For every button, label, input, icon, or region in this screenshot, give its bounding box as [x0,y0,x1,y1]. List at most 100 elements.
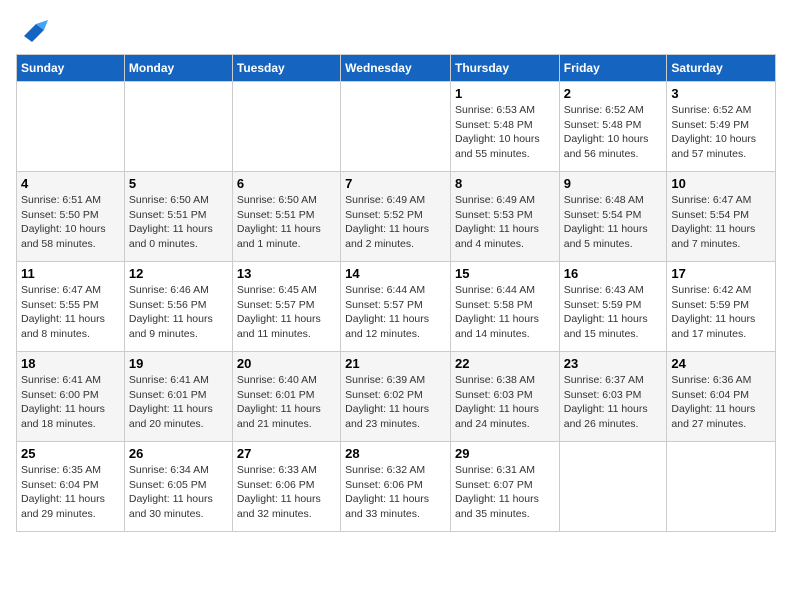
calendar-cell-3-0: 18 Sunrise: 6:41 AM Sunset: 6:00 PM Dayli… [17,352,125,442]
week-row-5: 25 Sunrise: 6:35 AM Sunset: 6:04 PM Dayli… [17,442,776,532]
calendar-cell-1-1: 5 Sunrise: 6:50 AM Sunset: 5:51 PM Daylig… [124,172,232,262]
day-number: 8 [455,176,555,191]
day-number: 9 [564,176,663,191]
day-number: 27 [237,446,336,461]
day-info: Sunrise: 6:52 AM Sunset: 5:49 PM Dayligh… [671,103,771,162]
calendar-cell-4-0: 25 Sunrise: 6:35 AM Sunset: 6:04 PM Dayli… [17,442,125,532]
calendar-cell-3-1: 19 Sunrise: 6:41 AM Sunset: 6:01 PM Dayli… [124,352,232,442]
day-info: Sunrise: 6:48 AM Sunset: 5:54 PM Dayligh… [564,193,663,252]
calendar-cell-3-4: 22 Sunrise: 6:38 AM Sunset: 6:03 PM Dayli… [450,352,559,442]
calendar-cell-0-4: 1 Sunrise: 6:53 AM Sunset: 5:48 PM Daylig… [450,82,559,172]
day-number: 18 [21,356,120,371]
day-number: 10 [671,176,771,191]
day-info: Sunrise: 6:32 AM Sunset: 6:06 PM Dayligh… [345,463,446,522]
day-number: 6 [237,176,336,191]
day-number: 17 [671,266,771,281]
week-row-4: 18 Sunrise: 6:41 AM Sunset: 6:00 PM Dayli… [17,352,776,442]
day-number: 28 [345,446,446,461]
day-info: Sunrise: 6:50 AM Sunset: 5:51 PM Dayligh… [237,193,336,252]
calendar-cell-4-6 [667,442,776,532]
day-number: 13 [237,266,336,281]
day-number: 4 [21,176,120,191]
calendar-cell-1-3: 7 Sunrise: 6:49 AM Sunset: 5:52 PM Daylig… [341,172,451,262]
day-number: 23 [564,356,663,371]
day-number: 22 [455,356,555,371]
calendar-cell-1-6: 10 Sunrise: 6:47 AM Sunset: 5:54 PM Dayli… [667,172,776,262]
calendar-cell-3-5: 23Sunrise: 6:37 AM Sunset: 6:03 PM Dayli… [559,352,667,442]
day-number: 16 [564,266,663,281]
day-info: Sunrise: 6:49 AM Sunset: 5:52 PM Dayligh… [345,193,446,252]
header-sunday: Sunday [17,55,125,82]
day-info: Sunrise: 6:46 AM Sunset: 5:56 PM Dayligh… [129,283,228,342]
day-info: Sunrise: 6:38 AM Sunset: 6:03 PM Dayligh… [455,373,555,432]
day-number: 19 [129,356,228,371]
day-number: 15 [455,266,555,281]
logo-bird-icon [16,16,48,44]
calendar-cell-2-2: 13 Sunrise: 6:45 AM Sunset: 5:57 PM Dayli… [232,262,340,352]
day-info: Sunrise: 6:45 AM Sunset: 5:57 PM Dayligh… [237,283,336,342]
calendar-cell-1-0: 4 Sunrise: 6:51 AM Sunset: 5:50 PM Daylig… [17,172,125,262]
calendar-cell-3-3: 21 Sunrise: 6:39 AM Sunset: 6:02 PM Dayli… [341,352,451,442]
day-info: Sunrise: 6:36 AM Sunset: 6:04 PM Dayligh… [671,373,771,432]
calendar-header-row: SundayMondayTuesdayWednesdayThursdayFrid… [17,55,776,82]
day-info: Sunrise: 6:41 AM Sunset: 6:01 PM Dayligh… [129,373,228,432]
calendar-cell-3-2: 20 Sunrise: 6:40 AM Sunset: 6:01 PM Dayli… [232,352,340,442]
day-info: Sunrise: 6:47 AM Sunset: 5:54 PM Dayligh… [671,193,771,252]
day-number: 11 [21,266,120,281]
day-info: Sunrise: 6:40 AM Sunset: 6:01 PM Dayligh… [237,373,336,432]
day-info: Sunrise: 6:51 AM Sunset: 5:50 PM Dayligh… [21,193,120,252]
day-number: 7 [345,176,446,191]
week-row-3: 11Sunrise: 6:47 AM Sunset: 5:55 PM Dayli… [17,262,776,352]
calendar-table: SundayMondayTuesdayWednesdayThursdayFrid… [16,54,776,532]
day-number: 1 [455,86,555,101]
week-row-1: 1 Sunrise: 6:53 AM Sunset: 5:48 PM Daylig… [17,82,776,172]
day-info: Sunrise: 6:39 AM Sunset: 6:02 PM Dayligh… [345,373,446,432]
calendar-cell-4-5 [559,442,667,532]
day-info: Sunrise: 6:44 AM Sunset: 5:57 PM Dayligh… [345,283,446,342]
day-number: 2 [564,86,663,101]
calendar-cell-2-0: 11Sunrise: 6:47 AM Sunset: 5:55 PM Dayli… [17,262,125,352]
day-info: Sunrise: 6:43 AM Sunset: 5:59 PM Dayligh… [564,283,663,342]
header [16,16,776,44]
calendar-cell-2-5: 16 Sunrise: 6:43 AM Sunset: 5:59 PM Dayli… [559,262,667,352]
calendar-cell-0-1 [124,82,232,172]
calendar-cell-0-3 [341,82,451,172]
calendar-cell-2-1: 12 Sunrise: 6:46 AM Sunset: 5:56 PM Dayli… [124,262,232,352]
day-number: 26 [129,446,228,461]
day-number: 14 [345,266,446,281]
calendar-cell-4-4: 29Sunrise: 6:31 AM Sunset: 6:07 PM Dayli… [450,442,559,532]
day-info: Sunrise: 6:35 AM Sunset: 6:04 PM Dayligh… [21,463,120,522]
header-tuesday: Tuesday [232,55,340,82]
day-number: 20 [237,356,336,371]
day-info: Sunrise: 6:44 AM Sunset: 5:58 PM Dayligh… [455,283,555,342]
logo [16,16,52,44]
day-number: 21 [345,356,446,371]
calendar-cell-2-3: 14 Sunrise: 6:44 AM Sunset: 5:57 PM Dayli… [341,262,451,352]
day-number: 29 [455,446,555,461]
header-monday: Monday [124,55,232,82]
calendar-cell-0-2 [232,82,340,172]
calendar-cell-0-0 [17,82,125,172]
day-number: 5 [129,176,228,191]
calendar-cell-3-6: 24Sunrise: 6:36 AM Sunset: 6:04 PM Dayli… [667,352,776,442]
calendar-cell-4-1: 26 Sunrise: 6:34 AM Sunset: 6:05 PM Dayli… [124,442,232,532]
calendar-cell-2-6: 17 Sunrise: 6:42 AM Sunset: 5:59 PM Dayli… [667,262,776,352]
calendar-cell-2-4: 15 Sunrise: 6:44 AM Sunset: 5:58 PM Dayli… [450,262,559,352]
calendar-cell-4-3: 28 Sunrise: 6:32 AM Sunset: 6:06 PM Dayli… [341,442,451,532]
day-info: Sunrise: 6:33 AM Sunset: 6:06 PM Dayligh… [237,463,336,522]
day-info: Sunrise: 6:50 AM Sunset: 5:51 PM Dayligh… [129,193,228,252]
day-info: Sunrise: 6:42 AM Sunset: 5:59 PM Dayligh… [671,283,771,342]
header-saturday: Saturday [667,55,776,82]
day-number: 25 [21,446,120,461]
day-info: Sunrise: 6:53 AM Sunset: 5:48 PM Dayligh… [455,103,555,162]
day-info: Sunrise: 6:41 AM Sunset: 6:00 PM Dayligh… [21,373,120,432]
calendar-cell-1-2: 6 Sunrise: 6:50 AM Sunset: 5:51 PM Daylig… [232,172,340,262]
day-info: Sunrise: 6:49 AM Sunset: 5:53 PM Dayligh… [455,193,555,252]
week-row-2: 4 Sunrise: 6:51 AM Sunset: 5:50 PM Daylig… [17,172,776,262]
header-thursday: Thursday [450,55,559,82]
header-friday: Friday [559,55,667,82]
day-info: Sunrise: 6:34 AM Sunset: 6:05 PM Dayligh… [129,463,228,522]
calendar-cell-1-5: 9 Sunrise: 6:48 AM Sunset: 5:54 PM Daylig… [559,172,667,262]
day-number: 12 [129,266,228,281]
calendar-cell-0-5: 2Sunrise: 6:52 AM Sunset: 5:48 PM Daylig… [559,82,667,172]
